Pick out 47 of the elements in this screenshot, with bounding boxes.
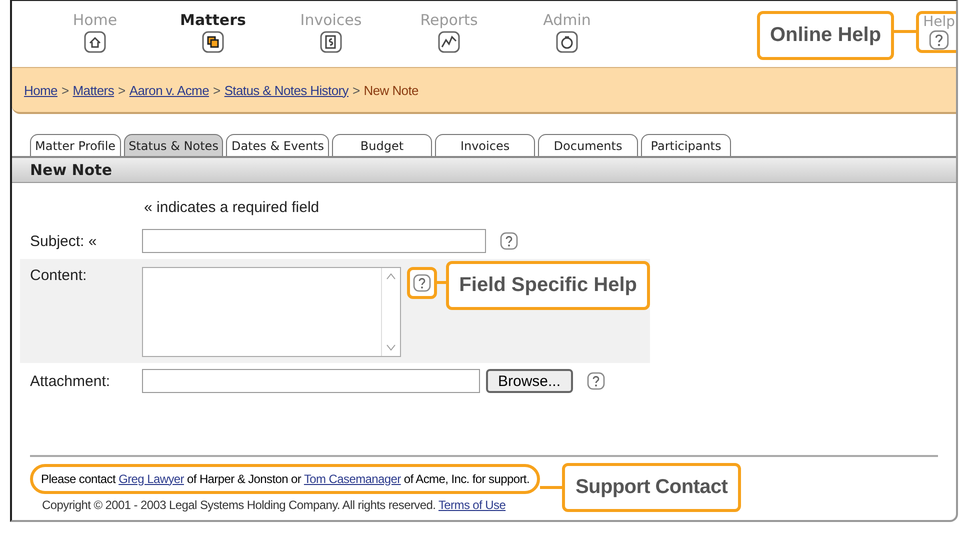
breadcrumb-link[interactable]: Status & Notes History [224,82,348,98]
folders-icon [202,31,224,53]
tab[interactable]: Dates & Events [226,134,330,156]
document-icon [320,31,342,53]
help-icon [412,274,431,292]
tab[interactable]: Participants [641,134,732,156]
help-button[interactable] [500,232,518,250]
field-help-callout: Field Specific Help [446,261,650,310]
tab[interactable]: Status & Notes [124,134,224,156]
support-contact-callout: Support Contact [562,463,741,512]
breadcrumb-separator: > [118,82,126,98]
nav-item[interactable]: Matters [154,1,272,53]
subject-field[interactable] [142,229,486,253]
breadcrumb-link[interactable]: Matters [72,82,114,98]
online-help-callout: Online Help [756,11,894,60]
house-icon [84,31,106,53]
contact-link[interactable]: Tom Casemanager [304,472,401,486]
contact-link[interactable]: Greg Lawyer [118,472,184,486]
help-icon [500,232,518,250]
field-label: Subject: « [30,232,98,250]
tab[interactable]: Invoices [435,134,536,156]
copyright-text: Copyright © 2001 - 2003 Legal Systems Holding Company. All rights reserved. Terms of Use [42,498,507,512]
contact-link[interactable]: Terms of Use [438,498,506,512]
help-icon [929,30,950,50]
scroll-up-icon [386,272,396,280]
attachment-field[interactable] [142,369,480,393]
tab[interactable]: Budget [332,134,432,156]
support-text: Please contact Greg Lawyer of Harper & Jonston or Tom Casemanager of Acme, Inc. for support. [30,464,540,494]
content-field[interactable] [142,267,401,357]
breadcrumb-current: New Note [364,82,418,98]
scroll-down-icon [386,344,396,352]
breadcrumb-separator: > [61,82,69,98]
help-button[interactable] [406,267,437,299]
breadcrumb-separator: > [213,82,220,98]
section-title: New Note [30,161,112,179]
browse-button[interactable]: Browse... [486,369,573,393]
breadcrumb-separator: > [352,82,360,98]
help-icon [586,372,605,390]
required-note: « indicates a required field [144,198,320,218]
help-button[interactable] [586,372,605,390]
breadcrumb-link[interactable]: Aaron v. Acme [129,82,210,98]
field-label: Content: [30,267,88,284]
chart-icon [438,31,460,53]
field-label: Attachment: [30,372,112,390]
tab[interactable]: Documents [538,134,638,156]
tab[interactable]: Matter Profile [30,134,121,156]
breadcrumb-link[interactable]: Home [24,82,58,98]
